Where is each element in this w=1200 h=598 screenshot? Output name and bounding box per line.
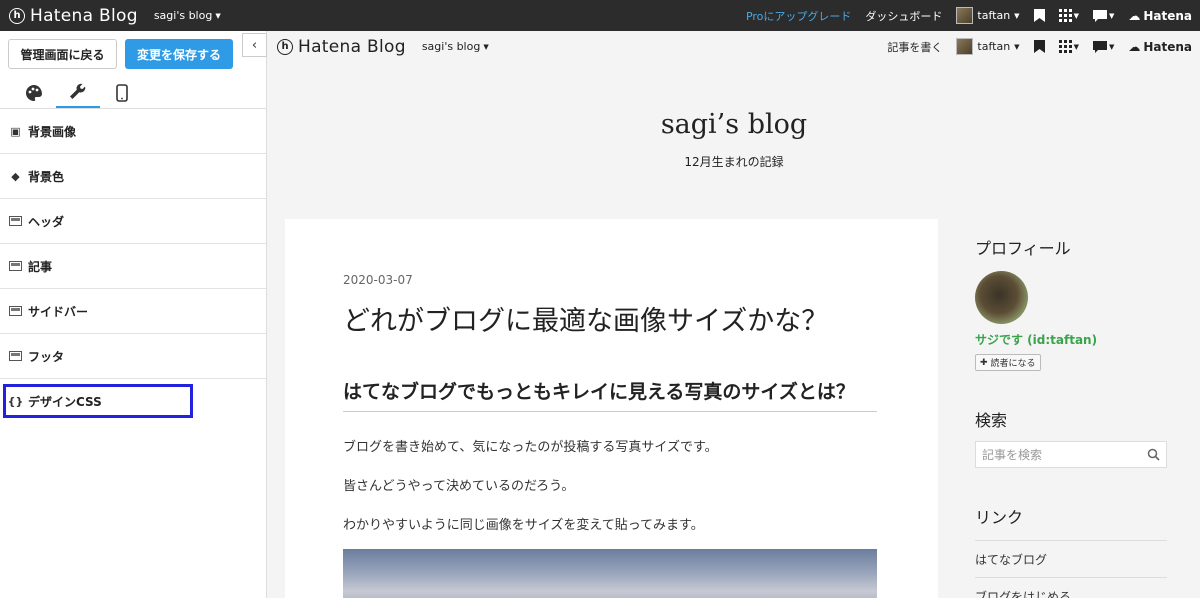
menu-label: 記事 xyxy=(28,259,53,274)
menu-label: 背景画像 xyxy=(28,124,77,139)
paragraph: 皆さんどうやって決めているのだろう。 xyxy=(343,479,575,494)
blog-subtitle: 12月生まれの記録 xyxy=(684,155,784,169)
save-changes-button[interactable]: 変更を保存する xyxy=(125,39,233,69)
search-placeholder: 記事を検索 xyxy=(982,448,1043,462)
blog-selector-label: sagi's blog xyxy=(153,9,213,22)
hatena-logo-icon: h xyxy=(277,38,293,55)
pro-upgrade-link[interactable]: Proにアップグレード xyxy=(746,8,851,24)
collapse-panel-button[interactable]: ‹ xyxy=(242,33,267,57)
menu-label: フッタ xyxy=(28,349,65,364)
hatena-brand-link[interactable]: ☁ Hatena xyxy=(1128,9,1192,23)
design-settings-panel: 管理画面に戻る 変更を保存する ‹ ▣ 背景画像 ◆ 背景色 ヘッダ 記事 サイ… xyxy=(0,31,267,598)
global-header: h Hatena Blog sagi's blog ▼ Proにアップグレード … xyxy=(0,0,1200,31)
tab-smartphone[interactable] xyxy=(100,77,144,108)
blog-selector[interactable]: sagi's blog ▼ xyxy=(422,40,489,53)
hatena-brand-text: Hatena xyxy=(1143,8,1192,23)
highlight-box xyxy=(3,384,193,418)
user-menu[interactable]: taftan ▼ xyxy=(956,7,1020,24)
blog-sidebar: プロフィール サジです (id:taftan) ✚ 読者になる 検索 記事を検索… xyxy=(975,219,1170,598)
entry-date[interactable]: 2020-03-07 xyxy=(343,273,413,287)
article-entry: 2020-03-07 どれがブログに最適な画像サイズかな？ はてなブログでもっと… xyxy=(285,219,938,598)
palette-icon xyxy=(26,84,42,101)
subscribe-button[interactable]: ✚ 読者になる xyxy=(975,354,1041,371)
hatena-blog-logo[interactable]: h Hatena Blog xyxy=(9,6,138,26)
search-heading: 検索 xyxy=(975,411,1008,430)
wrench-icon xyxy=(70,83,86,99)
menu-label: 背景色 xyxy=(28,169,65,184)
plus-icon: ✚ xyxy=(980,357,988,368)
hatena-brand-link[interactable]: ☁ Hatena xyxy=(1128,40,1192,54)
menu-background-color[interactable]: ◆ 背景色 xyxy=(0,154,266,199)
menu-label: サイドバー xyxy=(28,304,89,319)
paint-bucket-icon: ◆ xyxy=(11,169,20,183)
smartphone-icon xyxy=(116,83,128,102)
paragraph: ブログを書き始めて、気になったのが投稿する写真サイズです。 xyxy=(343,440,718,455)
username: taftan xyxy=(977,9,1011,22)
caret-down-icon: ▼ xyxy=(1108,42,1115,51)
caret-down-icon: ▼ xyxy=(215,11,221,20)
sidebar-link[interactable]: ブログをはじめる xyxy=(975,577,1167,598)
tab-customize[interactable] xyxy=(56,77,100,108)
entry-heading: はてなブログでもっともキレイに見える写真のサイズとは？ xyxy=(343,377,877,412)
hatena-blog-logo[interactable]: h Hatena Blog xyxy=(277,37,406,57)
avatar xyxy=(956,7,974,24)
menu-header[interactable]: ヘッダ xyxy=(0,199,266,244)
avatar xyxy=(956,38,974,55)
blog-preview: h Hatena Blog sagi's blog ▼ 記事を書く taftan… xyxy=(268,31,1200,598)
profile-name-link[interactable]: サジです (id:taftan) xyxy=(975,331,1170,348)
user-menu[interactable]: taftan ▼ xyxy=(956,38,1020,55)
search-input[interactable]: 記事を検索 xyxy=(975,441,1167,468)
bookmark-icon[interactable] xyxy=(1033,9,1045,22)
blog-selector-label: sagi's blog xyxy=(421,40,481,53)
tab-theme[interactable] xyxy=(12,77,56,108)
sidebar-link[interactable]: はてなブログ xyxy=(975,540,1167,577)
blog-title[interactable]: sagi’s blog xyxy=(268,109,1200,140)
hatena-brand-text: Hatena xyxy=(1143,39,1192,54)
bookmark-icon[interactable] xyxy=(1033,40,1045,53)
image-icon: ▣ xyxy=(10,124,21,138)
menu-sidebar[interactable]: サイドバー xyxy=(0,289,266,334)
paragraph: わかりやすいように同じ画像をサイズを変えて貼ってみます。 xyxy=(343,518,704,533)
back-to-admin-button[interactable]: 管理画面に戻る xyxy=(8,39,117,69)
preview-header: h Hatena Blog sagi's blog ▼ 記事を書く taftan… xyxy=(268,31,1200,62)
caret-down-icon: ▼ xyxy=(1073,11,1079,20)
search-icon[interactable] xyxy=(1147,448,1160,461)
caret-down-icon: ▼ xyxy=(1014,11,1020,20)
dashboard-link[interactable]: ダッシュボード xyxy=(865,8,942,24)
menu-label: ヘッダ xyxy=(28,214,65,229)
apps-grid-icon[interactable]: ▼ xyxy=(1058,40,1079,53)
menu-article[interactable]: 記事 xyxy=(0,244,266,289)
username: taftan xyxy=(977,40,1011,53)
layout-footer-icon xyxy=(9,351,22,361)
hatena-logo-icon: h xyxy=(9,7,25,24)
hatena-cloud-icon: ☁ xyxy=(1128,39,1141,54)
notification-icon[interactable]: ▼ xyxy=(1092,40,1115,53)
caret-down-icon: ▼ xyxy=(1108,11,1115,20)
design-tabs xyxy=(0,77,266,109)
profile-heading: プロフィール xyxy=(975,239,1071,258)
entry-photo xyxy=(343,549,877,598)
profile-avatar[interactable] xyxy=(975,271,1028,324)
logo-text: Hatena Blog xyxy=(30,5,138,26)
caret-down-icon: ▼ xyxy=(1073,42,1079,51)
write-article-link[interactable]: 記事を書く xyxy=(887,39,942,55)
caret-down-icon: ▼ xyxy=(483,42,489,51)
layout-article-icon xyxy=(9,261,22,271)
entry-title[interactable]: どれがブログに最適な画像サイズかな？ xyxy=(343,299,828,338)
blog-selector[interactable]: sagi's blog ▼ xyxy=(154,9,221,22)
links-heading: リンク xyxy=(975,508,1024,527)
subscribe-label: 読者になる xyxy=(990,359,1036,369)
hatena-cloud-icon: ☁ xyxy=(1128,8,1141,23)
layout-sidebar-icon xyxy=(9,306,22,316)
menu-footer[interactable]: フッタ xyxy=(0,334,266,379)
logo-text: Hatena Blog xyxy=(298,36,406,57)
layout-header-icon xyxy=(9,216,22,226)
apps-grid-icon[interactable]: ▼ xyxy=(1058,9,1079,22)
menu-background-image[interactable]: ▣ 背景画像 xyxy=(0,109,266,154)
notification-icon[interactable]: ▼ xyxy=(1092,9,1115,22)
caret-down-icon: ▼ xyxy=(1014,42,1020,51)
